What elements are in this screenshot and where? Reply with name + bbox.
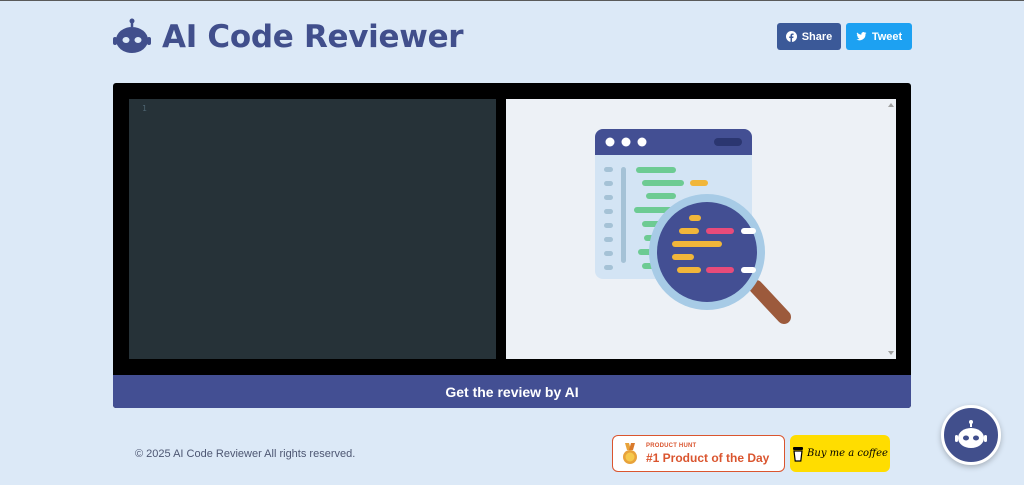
chat-bot-button[interactable]: [941, 405, 1001, 465]
tweet-button[interactable]: Tweet: [846, 23, 912, 50]
share-label: Share: [801, 30, 833, 43]
review-output: [506, 99, 896, 359]
code-editor[interactable]: 1: [129, 99, 496, 359]
product-hunt-text: PRODUCT HUNT #1 Product of the Day: [646, 443, 769, 465]
scroll-up-arrow[interactable]: [888, 103, 894, 107]
tweet-label: Tweet: [871, 30, 903, 43]
coffee-label: Buy me a coffee: [807, 448, 888, 459]
twitter-icon: [856, 32, 867, 41]
facebook-icon: [785, 31, 797, 42]
share-buttons: Share Tweet: [777, 23, 912, 50]
product-hunt-title: #1 Product of the Day: [646, 450, 770, 465]
scroll-down-arrow[interactable]: [888, 351, 894, 355]
robot-icon: [955, 420, 987, 448]
app-title: AI Code Reviewer: [162, 19, 464, 55]
product-hunt-badge[interactable]: PRODUCT HUNT #1 Product of the Day: [612, 435, 785, 472]
coffee-cup-icon: [793, 446, 804, 462]
get-review-button[interactable]: Get the review by AI: [113, 375, 911, 408]
copyright-text: © 2025 AI Code Reviewer All rights reser…: [135, 448, 356, 460]
header: AI Code Reviewer: [112, 17, 464, 57]
review-panel: 1 Get the review by AI: [113, 83, 911, 408]
buy-me-a-coffee-button[interactable]: Buy me a coffee: [790, 435, 890, 472]
share-button[interactable]: Share: [777, 23, 841, 50]
medal-icon: [623, 442, 637, 464]
code-magnifier-illustration: [595, 129, 791, 324]
product-hunt-label: PRODUCT HUNT: [646, 442, 697, 449]
robot-icon: [113, 18, 151, 53]
line-number: 1: [142, 104, 147, 113]
